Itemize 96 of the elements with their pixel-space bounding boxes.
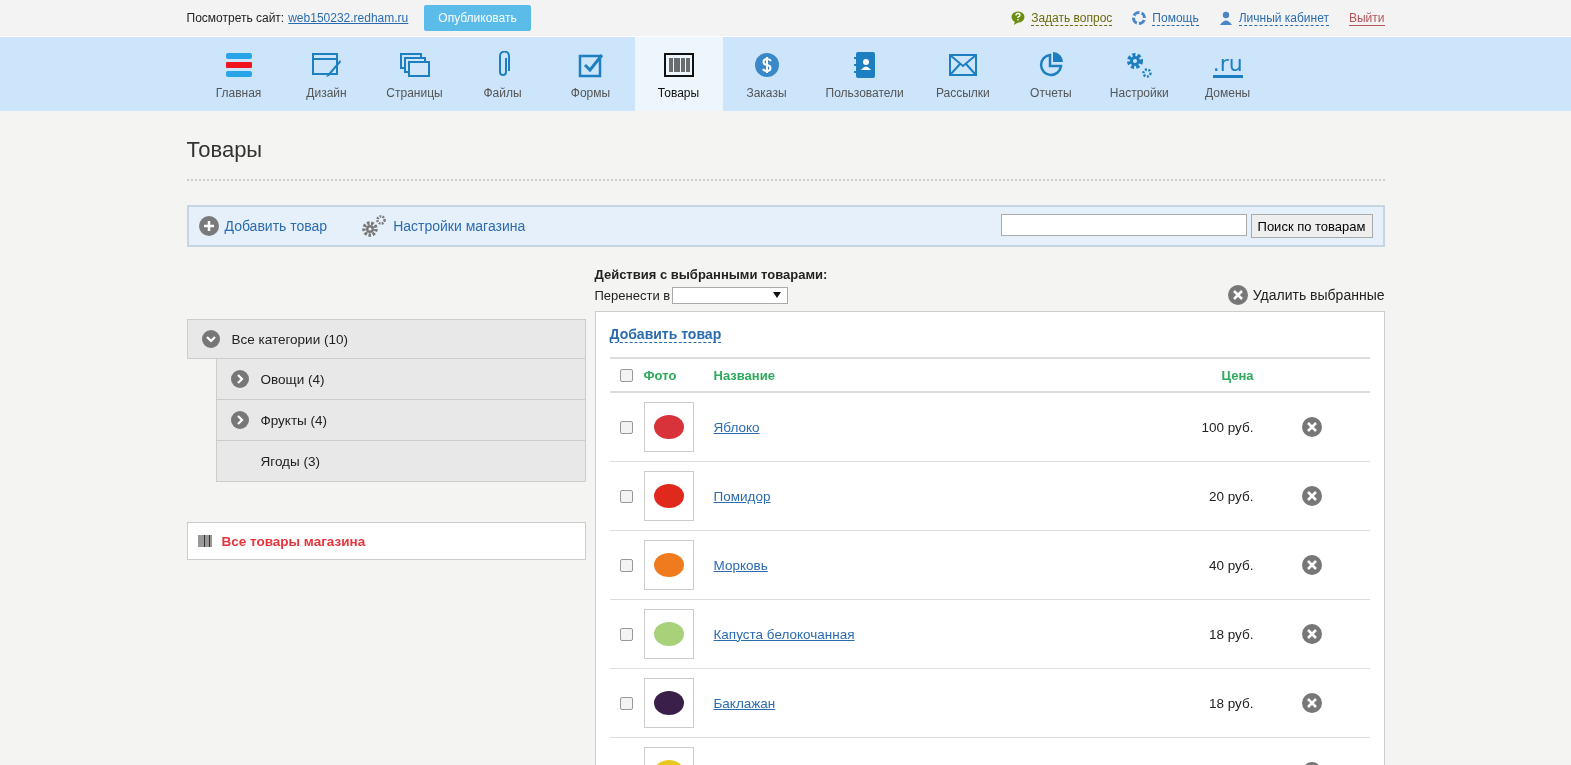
nav-tab[interactable]: Дизайн xyxy=(282,37,371,111)
nav-label: Пользователи xyxy=(825,86,904,100)
nav-tab[interactable]: Рассылки xyxy=(918,37,1007,111)
plus-circle-icon xyxy=(198,216,219,236)
product-name-link[interactable]: Морковь xyxy=(713,557,768,573)
product-price: 18 руб. xyxy=(1209,626,1254,642)
site-label: Посмотреть сайт: xyxy=(186,11,285,25)
window-brush-icon xyxy=(311,52,342,78)
delete-selected-link[interactable]: Удалить выбранные xyxy=(1227,285,1385,305)
nav-label: Товары xyxy=(657,86,700,100)
ask-question-link[interactable]: Задать вопрос xyxy=(1031,10,1113,26)
nav-label: Отчеты xyxy=(1030,86,1072,100)
move-to-select[interactable] xyxy=(672,286,789,304)
category-item[interactable]: Овощи (4) xyxy=(215,359,586,400)
delete-icon[interactable] xyxy=(1301,624,1322,644)
nav-label: Настройки xyxy=(1109,86,1169,100)
product-name-link[interactable]: Помидор xyxy=(713,488,771,504)
delete-icon[interactable] xyxy=(1301,555,1322,575)
add-product-link[interactable]: Добавить товар xyxy=(198,214,328,238)
close-circle-icon xyxy=(1227,285,1248,305)
gears-icon xyxy=(1125,51,1154,79)
dollar-coin-icon xyxy=(753,52,780,78)
nav-tab[interactable]: Формы xyxy=(546,37,635,111)
delete-icon[interactable] xyxy=(1301,693,1322,713)
chevron-right-icon xyxy=(230,411,249,429)
lifebuoy-icon xyxy=(1132,11,1147,25)
all-products-link[interactable]: Все товары магазина xyxy=(186,522,586,560)
nav-label: Рассылки xyxy=(935,86,990,100)
search-field[interactable] xyxy=(1000,214,1247,236)
nav-tab[interactable]: Файлы xyxy=(458,37,547,111)
nav-tab[interactable]: Заказы xyxy=(722,37,811,111)
product-price: 20 руб. xyxy=(1209,488,1254,504)
nav-tab[interactable]: Товары xyxy=(634,37,723,111)
category-item[interactable]: Фрукты (4) xyxy=(215,400,586,441)
nav-label: Главная xyxy=(215,86,262,100)
delete-icon[interactable] xyxy=(1301,417,1322,437)
pie-chart-icon xyxy=(1037,52,1064,78)
row-checkbox[interactable] xyxy=(620,420,633,434)
bulk-actions-title: Действия с выбранными товарами: xyxy=(594,267,829,282)
row-checkbox[interactable] xyxy=(620,558,633,572)
domain-logo: .ru xyxy=(1212,52,1243,78)
nav-label: Дизайн xyxy=(306,86,347,100)
logout-link[interactable]: Выйти xyxy=(1348,10,1385,26)
site-link[interactable]: web150232.redham.ru xyxy=(288,11,409,25)
add-product-link[interactable]: Добавить товар xyxy=(609,326,722,343)
question-bubble-icon xyxy=(1011,11,1026,25)
category-item[interactable]: Ягоды (3) xyxy=(215,441,586,482)
product-name-link[interactable]: Баклажан xyxy=(713,695,776,711)
barcode-icon xyxy=(663,53,694,77)
product-photo-placeholder xyxy=(643,471,694,521)
contact-book-icon xyxy=(852,51,877,79)
account-link[interactable]: Личный кабинет xyxy=(1238,10,1329,26)
move-to-label: Перенести в xyxy=(594,287,671,303)
product-photo-placeholder xyxy=(643,540,694,590)
nav-tab[interactable]: Пользователи xyxy=(810,37,919,111)
nav-tab[interactable]: Отчеты xyxy=(1006,37,1095,111)
select-all-checkbox[interactable] xyxy=(620,368,633,382)
product-price: 18 руб. xyxy=(1209,695,1254,711)
nav-tab[interactable]: Страницы xyxy=(370,37,459,111)
product-price: 100 руб. xyxy=(1201,419,1254,435)
product-photo-placeholder xyxy=(643,402,694,452)
nav-label: Страницы xyxy=(386,86,443,100)
chevron-right-icon xyxy=(230,370,249,388)
dropdown-arrow-icon xyxy=(773,292,782,298)
envelope-icon xyxy=(948,54,977,76)
page-title: Товары xyxy=(186,137,264,163)
product-price: 40 руб. xyxy=(1209,557,1254,573)
nav-label: Файлы xyxy=(483,86,522,100)
delete-icon[interactable] xyxy=(1301,486,1322,506)
help-link[interactable]: Помощь xyxy=(1152,10,1199,26)
column-header: Цена xyxy=(1220,367,1254,383)
product-photo-placeholder xyxy=(643,678,694,728)
row-checkbox[interactable] xyxy=(620,489,633,503)
nav-tab[interactable]: .ru Домены xyxy=(1183,37,1272,111)
shop-settings-link[interactable]: Настройки магазина xyxy=(361,214,526,238)
column-header: Фото xyxy=(643,367,678,383)
gears-icon xyxy=(361,214,388,238)
nav-label: Формы xyxy=(570,86,611,100)
row-checkbox[interactable] xyxy=(620,627,633,641)
stacked-bars-icon xyxy=(224,52,253,78)
chevron-down-icon xyxy=(201,330,220,348)
nav-label: Заказы xyxy=(746,86,787,100)
nav-tab[interactable]: Главная xyxy=(194,37,283,111)
search-button[interactable]: Поиск по товарам xyxy=(1250,214,1373,238)
stacked-windows-icon xyxy=(399,52,430,78)
nav-label: Домены xyxy=(1205,86,1251,100)
product-name-link[interactable]: Капуста белокочанная xyxy=(713,626,855,642)
checkbox-tick-icon xyxy=(577,52,604,78)
nav-tab[interactable]: Настройки xyxy=(1094,37,1184,111)
product-photo-placeholder xyxy=(643,609,694,659)
barcode-icon xyxy=(197,535,212,547)
row-checkbox[interactable] xyxy=(620,696,633,710)
user-icon xyxy=(1218,11,1233,25)
column-header: Название xyxy=(713,367,776,383)
category-item[interactable]: Все категории (10) xyxy=(186,319,586,359)
product-name-link[interactable]: Яблоко xyxy=(713,419,760,435)
